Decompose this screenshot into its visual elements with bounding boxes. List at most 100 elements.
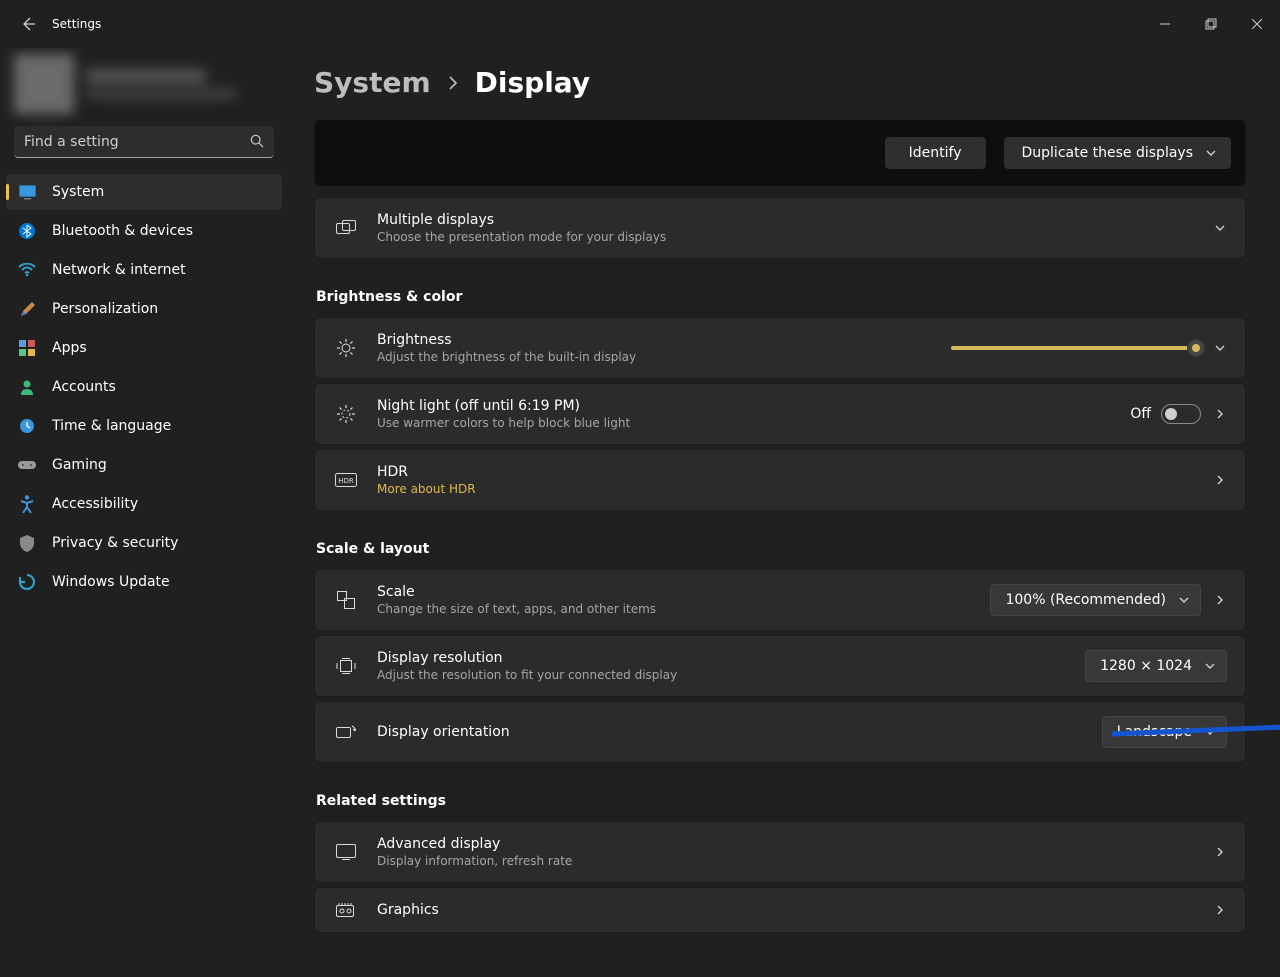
sidebar-item-personalization[interactable]: Personalization — [6, 291, 282, 327]
night-light-icon — [335, 404, 357, 424]
back-button[interactable] — [8, 4, 48, 44]
advanced-display-icon — [335, 844, 357, 860]
graphics-row[interactable]: Graphics — [314, 887, 1246, 933]
advanced-display-title: Advanced display — [377, 836, 1193, 852]
svg-text:HDR: HDR — [338, 477, 354, 485]
scale-row[interactable]: Scale Change the size of text, apps, and… — [314, 569, 1246, 631]
advanced-display-sub: Display information, refresh rate — [377, 854, 1193, 868]
chevron-down-icon — [1213, 341, 1227, 355]
minimize-icon — [1160, 19, 1170, 29]
maximize-button[interactable] — [1188, 8, 1234, 40]
search-wrap — [14, 126, 274, 158]
chevron-right-icon — [1213, 407, 1227, 421]
nav: System Bluetooth & devices Network & int… — [6, 174, 282, 600]
scale-dropdown[interactable]: 100% (Recommended) — [990, 584, 1201, 616]
apps-icon — [18, 339, 36, 357]
scale-title: Scale — [377, 584, 970, 600]
breadcrumb: System Display — [314, 66, 1246, 99]
duplicate-displays-dropdown[interactable]: Duplicate these displays — [1004, 137, 1232, 169]
identify-button[interactable]: Identify — [885, 137, 986, 169]
hdr-row[interactable]: HDR HDR More about HDR — [314, 449, 1246, 511]
sidebar-item-label: Windows Update — [52, 574, 170, 590]
sidebar-item-gaming[interactable]: Gaming — [6, 447, 282, 483]
title-bar: Settings — [0, 0, 1280, 48]
sidebar-item-label: System — [52, 184, 104, 200]
hdr-icon: HDR — [335, 473, 357, 487]
sidebar-item-apps[interactable]: Apps — [6, 330, 282, 366]
sidebar-item-label: Gaming — [52, 457, 107, 473]
wifi-icon — [18, 261, 36, 279]
breadcrumb-parent[interactable]: System — [314, 66, 431, 99]
sidebar-item-privacy[interactable]: Privacy & security — [6, 525, 282, 561]
chevron-down-icon — [1204, 726, 1216, 738]
sidebar-item-label: Personalization — [52, 301, 158, 317]
sidebar-item-accessibility[interactable]: Accessibility — [6, 486, 282, 522]
brightness-title: Brightness — [377, 332, 931, 348]
night-light-toggle-wrap: Off — [1130, 404, 1201, 424]
advanced-display-row[interactable]: Advanced display Display information, re… — [314, 821, 1246, 883]
sidebar-item-windows-update[interactable]: Windows Update — [6, 564, 282, 600]
close-button[interactable] — [1234, 8, 1280, 40]
sidebar-item-label: Accessibility — [52, 496, 138, 512]
multiple-displays-row[interactable]: Multiple displays Choose the presentatio… — [314, 197, 1246, 259]
night-light-toggle[interactable] — [1161, 404, 1201, 424]
chevron-right-icon — [1213, 903, 1227, 917]
brightness-slider[interactable] — [951, 346, 1201, 350]
scale-icon — [335, 591, 357, 609]
graphics-title: Graphics — [377, 902, 1193, 918]
multiple-displays-icon — [335, 220, 357, 236]
resolution-icon — [335, 658, 357, 674]
sidebar: System Bluetooth & devices Network & int… — [0, 48, 290, 977]
orientation-row[interactable]: Display orientation Landscape — [314, 701, 1246, 763]
bluetooth-icon — [18, 222, 36, 240]
search-icon — [250, 134, 264, 148]
shield-icon — [18, 534, 36, 552]
sidebar-item-label: Apps — [52, 340, 87, 356]
chevron-down-icon — [1205, 147, 1217, 159]
sidebar-item-label: Time & language — [52, 418, 171, 434]
sun-icon — [335, 338, 357, 358]
chevron-down-icon — [1204, 660, 1216, 672]
orientation-icon — [335, 724, 357, 740]
sidebar-item-label: Bluetooth & devices — [52, 223, 193, 239]
chevron-right-icon — [1213, 473, 1227, 487]
page-title: Display — [475, 66, 590, 99]
sidebar-item-accounts[interactable]: Accounts — [6, 369, 282, 405]
resolution-dropdown[interactable]: 1280 × 1024 — [1085, 650, 1227, 682]
resolution-row[interactable]: Display resolution Adjust the resolution… — [314, 635, 1246, 697]
arrow-left-icon — [20, 16, 36, 32]
graphics-icon — [335, 903, 357, 917]
window-title: Settings — [48, 17, 101, 31]
avatar — [14, 54, 74, 114]
user-profile[interactable] — [14, 52, 276, 116]
chevron-right-icon — [447, 75, 459, 91]
chevron-down-icon — [1213, 221, 1227, 235]
brightness-sub: Adjust the brightness of the built-in di… — [377, 350, 931, 364]
minimize-button[interactable] — [1142, 8, 1188, 40]
orientation-title: Display orientation — [377, 724, 1082, 740]
hdr-link[interactable]: More about HDR — [377, 482, 1193, 496]
duplicate-label: Duplicate these displays — [1022, 145, 1194, 161]
resolution-title: Display resolution — [377, 650, 1065, 666]
window-controls — [1142, 8, 1280, 40]
sidebar-item-network[interactable]: Network & internet — [6, 252, 282, 288]
monitor-icon — [18, 183, 36, 201]
night-light-row[interactable]: Night light (off until 6:19 PM) Use warm… — [314, 383, 1246, 445]
search-input[interactable] — [14, 126, 274, 158]
content: System Display Identify Duplicate these … — [290, 48, 1280, 977]
brightness-row[interactable]: Brightness Adjust the brightness of the … — [314, 317, 1246, 379]
orientation-dropdown[interactable]: Landscape — [1102, 716, 1227, 748]
sidebar-item-label: Privacy & security — [52, 535, 178, 551]
sidebar-item-bluetooth[interactable]: Bluetooth & devices — [6, 213, 282, 249]
night-light-sub: Use warmer colors to help block blue lig… — [377, 416, 1110, 430]
brush-icon — [18, 300, 36, 318]
profile-text — [86, 69, 236, 99]
sidebar-item-time-language[interactable]: Time & language — [6, 408, 282, 444]
update-icon — [18, 573, 36, 591]
close-icon — [1252, 19, 1262, 29]
display-header-card: Identify Duplicate these displays — [314, 119, 1246, 187]
maximize-icon — [1205, 18, 1217, 30]
sidebar-item-system[interactable]: System — [6, 174, 282, 210]
orientation-value: Landscape — [1117, 724, 1192, 740]
night-light-title: Night light (off until 6:19 PM) — [377, 398, 1110, 414]
